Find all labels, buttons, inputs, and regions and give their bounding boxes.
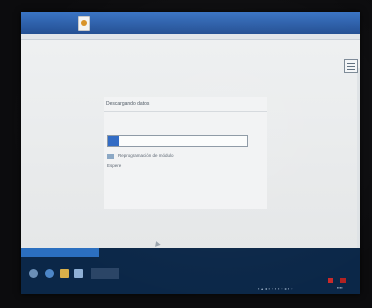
hamburger-menu-icon[interactable] — [344, 59, 358, 73]
download-dialog: Descargando datos Reprogramación de módu… — [104, 97, 267, 209]
module-label: Reprogramación de módulo — [118, 153, 174, 158]
file-explorer-icon[interactable] — [60, 269, 69, 278]
tray-app-icon[interactable] — [340, 278, 346, 283]
dialog-title: Descargando datos — [106, 101, 150, 107]
app-icon[interactable] — [78, 16, 90, 31]
tray-alert-icon[interactable] — [328, 278, 333, 283]
app-title-bar — [21, 12, 360, 34]
dialog-divider — [104, 111, 267, 112]
taskbar-clock[interactable]: ▪▪▪▪ — [337, 285, 343, 290]
store-icon[interactable] — [74, 269, 83, 278]
module-status-icon — [107, 154, 114, 159]
taskbar-app-button[interactable] — [91, 268, 119, 279]
system-tray-icons[interactable]: ▪ ▴ ◂ ▪ ◦ ▪ ▪ ◦ ◂ ▪ ◦ — [258, 286, 293, 291]
download-progress-bar — [107, 135, 248, 147]
monitor-screen: Descargando datos Reprogramación de módu… — [21, 12, 360, 294]
scrollbar[interactable] — [357, 68, 360, 276]
taskbar: ▪ ▴ ◂ ▪ ◦ ▪ ▪ ◦ ◂ ▪ ◦ ▪▪▪▪ — [21, 248, 360, 294]
status-label: Espere — [107, 163, 122, 168]
progress-fill — [108, 136, 120, 146]
start-button[interactable] — [29, 269, 38, 278]
edge-icon[interactable] — [45, 269, 54, 278]
taskbar-active-indicator — [21, 248, 99, 257]
